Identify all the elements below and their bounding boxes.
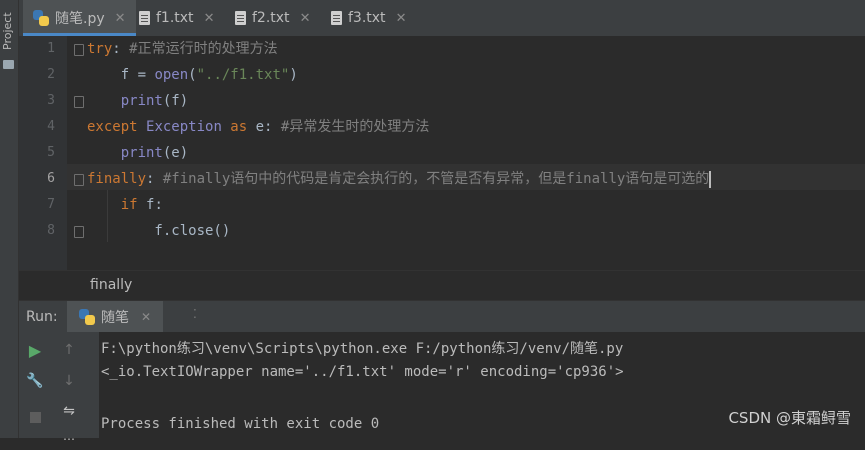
python-file-icon xyxy=(33,10,49,26)
tab-label: f3.txt xyxy=(348,10,386,26)
more-tools-icon[interactable]: ⋯ xyxy=(57,428,81,450)
code-comment: #异常发生时的处理方法 xyxy=(280,119,430,135)
console-line: <_io.TextIOWrapper name='../f1.txt' mode… xyxy=(101,364,624,380)
code-keyword: finally xyxy=(87,171,147,187)
tab-label: 随笔.py xyxy=(55,11,105,27)
code-comment: #finally语句中的代码是肯定会执行的，不管是否有异常，但是finally语… xyxy=(162,171,710,187)
line-number: 5 xyxy=(47,145,55,160)
code-comment: #正常运行时的处理方法 xyxy=(129,41,278,57)
close-icon[interactable]: ✕ xyxy=(396,11,407,26)
close-icon[interactable]: ✕ xyxy=(115,11,126,26)
code-line[interactable]: finally: #finally语句中的代码是肯定会执行的，不管是否有异常，但… xyxy=(87,166,712,192)
text-file-icon xyxy=(139,11,150,25)
line-number-gutter: 1 2 3 4 5 6 7 8 xyxy=(19,36,84,270)
code-keyword: except xyxy=(87,119,147,135)
project-tool-strip[interactable]: Project xyxy=(0,0,19,438)
python-file-icon xyxy=(79,309,95,325)
tab-label: f2.txt xyxy=(252,10,290,26)
line-number: 4 xyxy=(47,119,55,134)
code-line[interactable]: if f: xyxy=(87,192,163,218)
run-label: Run: xyxy=(26,309,58,325)
more-icon[interactable]: ⁚ xyxy=(193,307,197,321)
line-number: 1 xyxy=(47,41,55,56)
soft-wrap-icon[interactable]: ⇋ xyxy=(57,400,81,422)
code-line[interactable]: except Exception as e: #异常发生时的处理方法 xyxy=(87,114,429,140)
code-line[interactable]: f = open("../f1.txt") xyxy=(87,62,298,88)
editor-tab-bar: 随笔.py ✕ f1.txt ✕ f2.txt ✕ f3.txt ✕ xyxy=(19,0,865,37)
project-tool-label[interactable]: Project xyxy=(1,6,17,56)
console-line: Process finished with exit code 0 xyxy=(101,416,380,432)
code-keyword: try xyxy=(87,41,113,57)
code-text: ( xyxy=(188,67,197,83)
code-text: f: xyxy=(146,197,163,213)
code-text: (f) xyxy=(162,93,189,109)
up-arrow-icon[interactable]: ↑ xyxy=(57,339,81,361)
code-builtin: print xyxy=(120,145,163,161)
text-file-icon xyxy=(331,11,342,25)
down-arrow-icon[interactable]: ↓ xyxy=(57,370,81,392)
text-file-icon xyxy=(235,11,246,25)
code-text: (e) xyxy=(162,145,189,161)
code-text: f = xyxy=(87,67,155,83)
run-play-icon[interactable]: ▶ xyxy=(23,339,47,361)
line-number: 8 xyxy=(47,223,55,238)
code-text: : xyxy=(112,41,130,57)
run-tab[interactable]: 随笔 ✕ xyxy=(67,301,164,333)
close-icon[interactable]: ✕ xyxy=(300,11,311,26)
tab-f3-txt[interactable]: f3.txt ✕ xyxy=(331,0,406,36)
code-lines[interactable]: try: #正常运行时的处理方法 f = open("../f1.txt") p… xyxy=(67,36,865,270)
run-toolbar: ▶ ↑ 🔧 ↓ ⇋ ⋯ xyxy=(19,332,99,446)
code-keyword: as xyxy=(221,119,256,135)
line-number: 3 xyxy=(47,93,55,108)
text-caret xyxy=(709,170,712,188)
code-builtin: open xyxy=(154,67,189,83)
watermark: CSDN @東霜鲟雪 xyxy=(728,409,851,427)
folder-icon xyxy=(3,60,14,69)
code-builtin: Exception xyxy=(146,119,222,135)
run-tab-label: 随笔 xyxy=(101,310,129,326)
tab-f1-txt[interactable]: f1.txt ✕ xyxy=(139,0,214,36)
code-text: : xyxy=(146,171,163,187)
close-icon[interactable]: ✕ xyxy=(204,11,215,26)
stop-icon[interactable] xyxy=(23,406,47,428)
console-line: F:\python练习\venv\Scripts\python.exe F:/p… xyxy=(101,341,624,357)
tab-label: f1.txt xyxy=(156,10,194,26)
code-keyword: if xyxy=(120,197,147,213)
tab-suibi-py[interactable]: 随笔.py ✕ xyxy=(23,0,136,36)
code-text: e: xyxy=(255,119,281,135)
code-builtin: print xyxy=(120,93,163,109)
breadcrumb-bar: finally xyxy=(19,270,865,301)
code-line[interactable]: try: #正常运行时的处理方法 xyxy=(87,36,278,62)
code-line[interactable]: print(e) xyxy=(87,140,188,166)
line-number: 2 xyxy=(47,67,55,82)
line-number: 7 xyxy=(47,197,55,212)
run-panel-header: Run: 随笔 ✕ ⁚ xyxy=(19,300,865,333)
code-line[interactable]: print(f) xyxy=(87,88,188,114)
tab-f2-txt[interactable]: f2.txt ✕ xyxy=(235,0,310,36)
breadcrumb[interactable]: finally xyxy=(90,277,132,293)
close-icon[interactable]: ✕ xyxy=(141,310,151,324)
line-number-current: 6 xyxy=(47,171,55,186)
code-text: f.close() xyxy=(87,223,231,239)
code-text: ) xyxy=(289,67,298,83)
code-line[interactable]: f.close() xyxy=(87,218,230,244)
wrench-icon[interactable]: 🔧 xyxy=(23,370,47,392)
code-string: "../f1.txt" xyxy=(196,67,290,83)
